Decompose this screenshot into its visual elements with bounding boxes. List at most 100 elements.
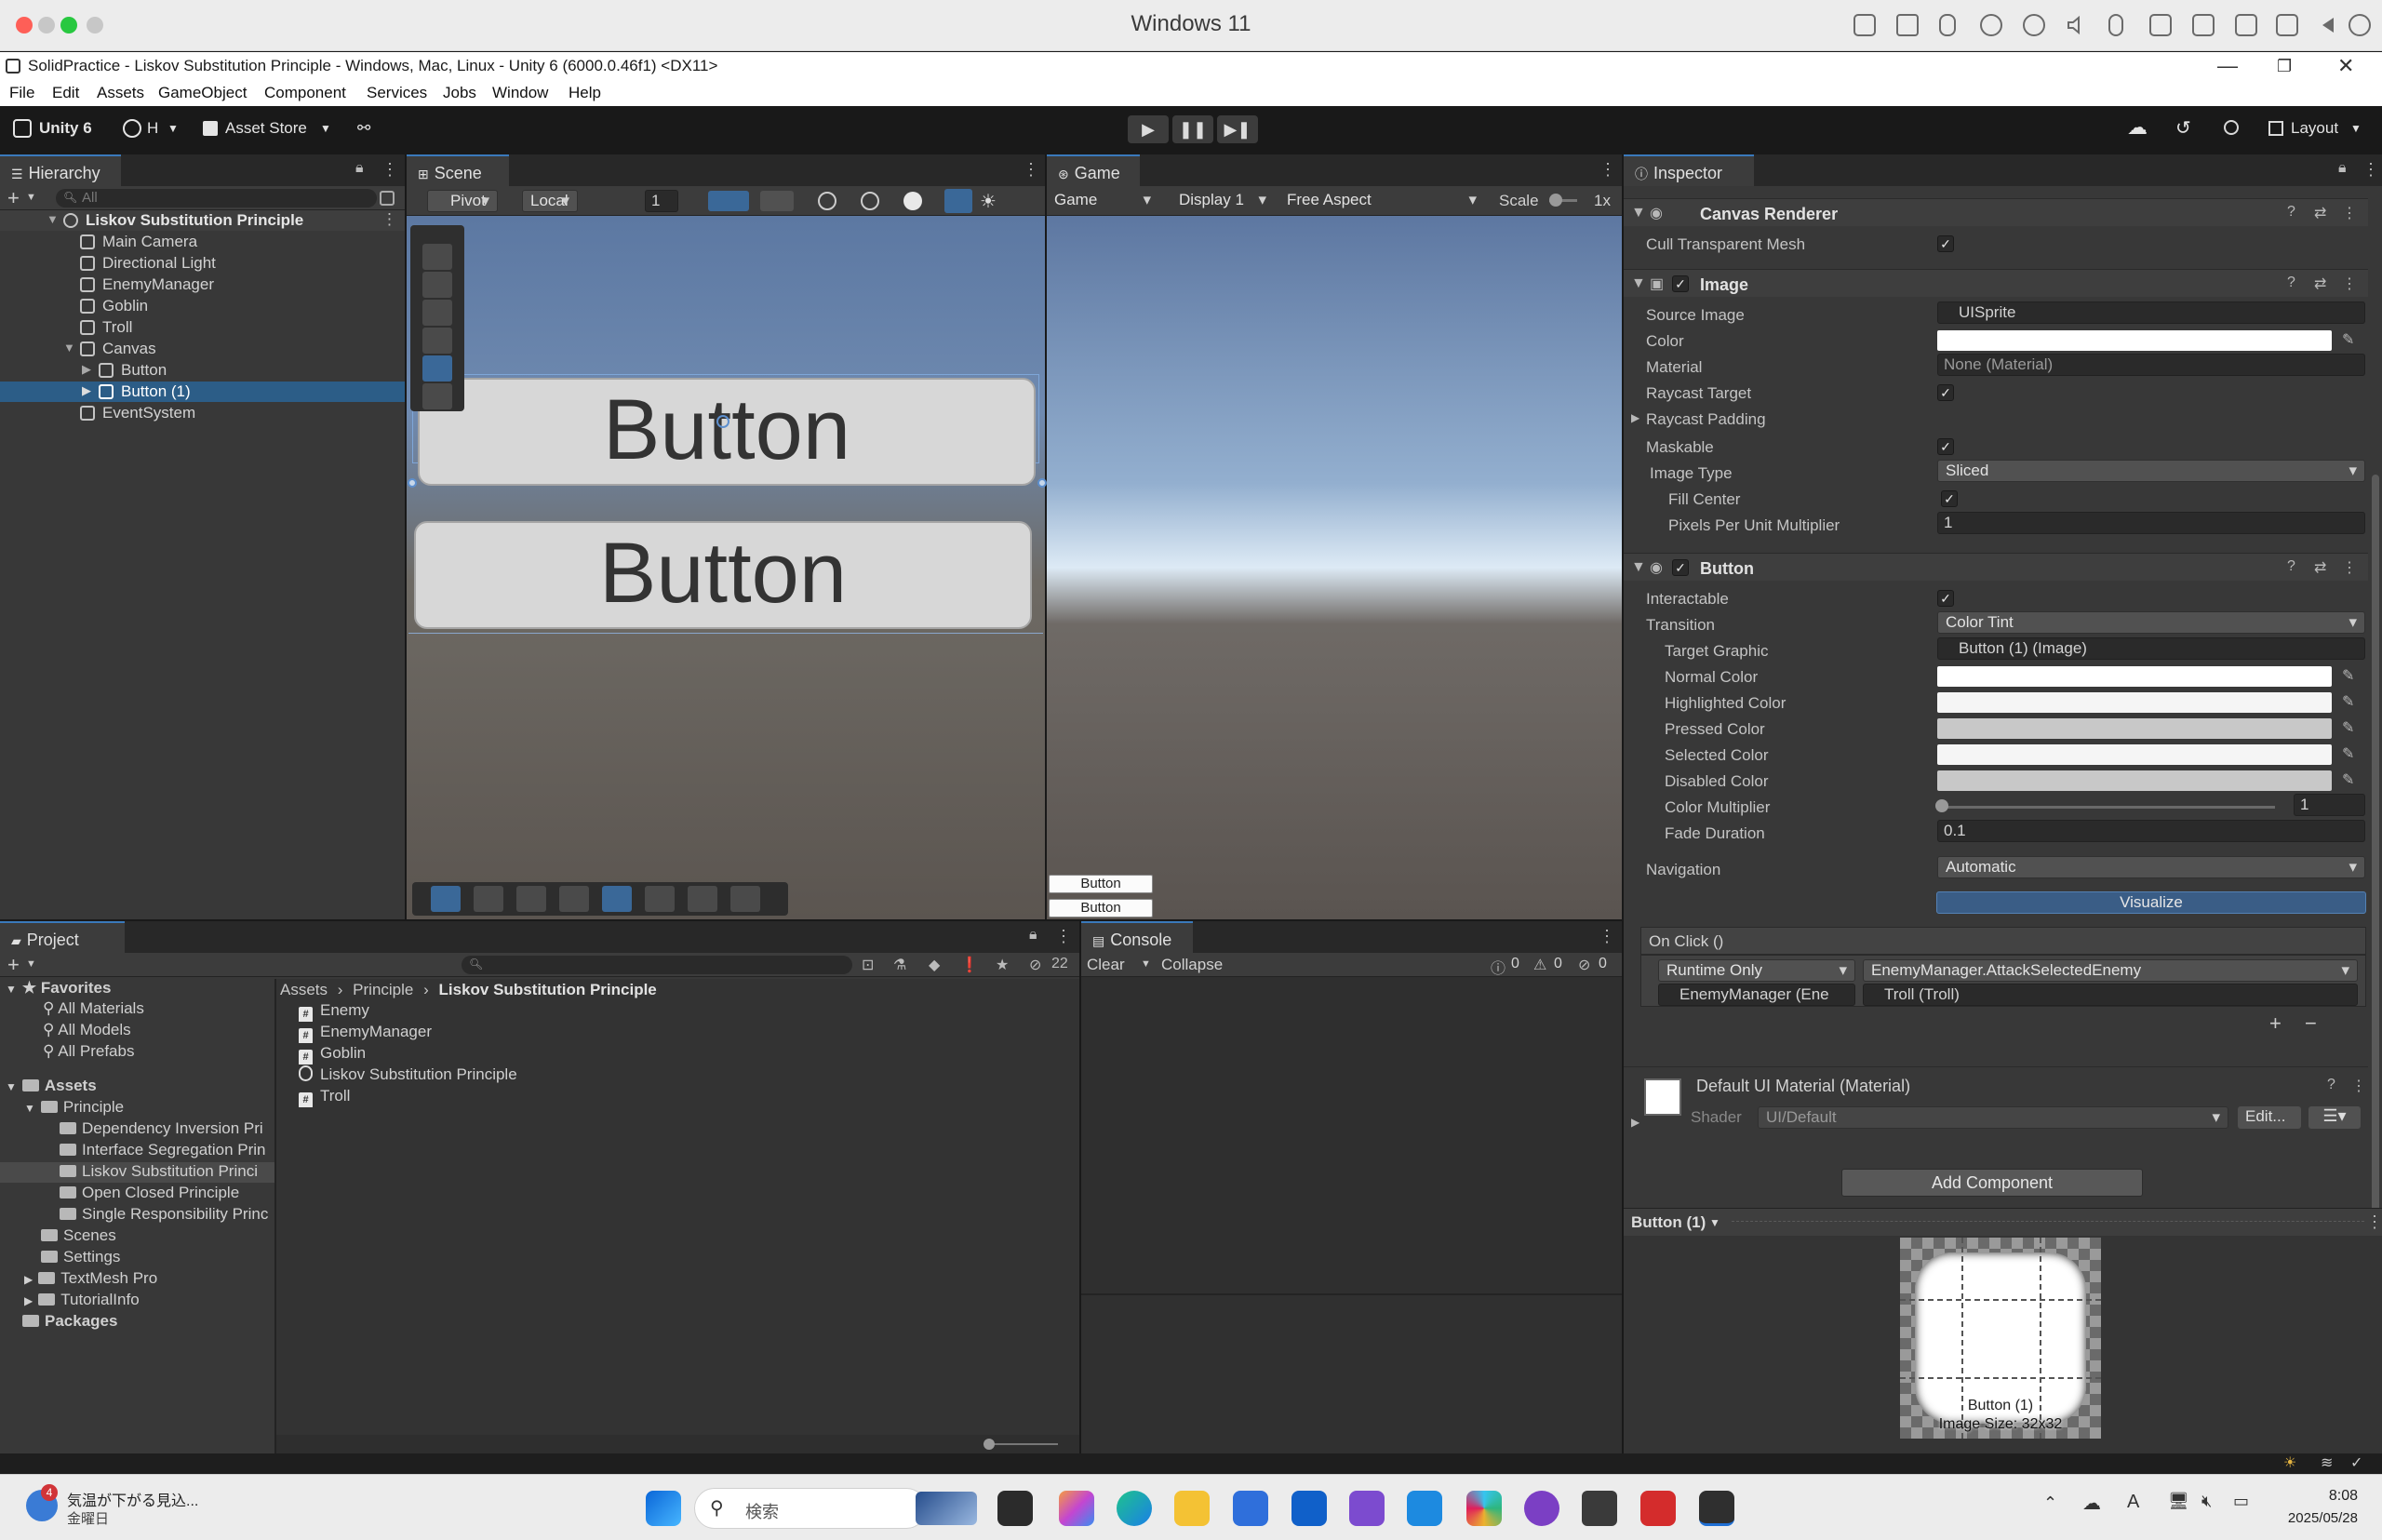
keyboard-icon[interactable]: [1853, 14, 1876, 36]
game-mode-dropdown[interactable]: Game: [1047, 190, 1158, 212]
search-by-label-icon[interactable]: ⚗: [893, 956, 906, 974]
expand-arrow-icon[interactable]: ▶: [1631, 1116, 1639, 1129]
cloud-icon[interactable]: ☁: [2127, 115, 2148, 140]
tab-game[interactable]: ⊛ Game: [1047, 154, 1140, 186]
microphone-icon[interactable]: [2108, 14, 2123, 36]
cpu-icon[interactable]: [1896, 14, 1919, 36]
expand-arrow-icon[interactable]: ▼: [24, 1102, 35, 1115]
clear-button[interactable]: Clear: [1087, 956, 1125, 974]
remove-event-icon[interactable]: −: [2305, 1011, 2317, 1036]
vscode-icon[interactable]: [1407, 1491, 1442, 1526]
breadcrumb-item[interactable]: Principle: [353, 981, 413, 998]
scene-button-1[interactable]: Button: [418, 378, 1036, 486]
overlay-search-icon[interactable]: [645, 886, 675, 912]
transform-tool-icon[interactable]: [422, 383, 452, 409]
folder-row[interactable]: Dependency Inversion Pri: [60, 1119, 274, 1140]
hierarchy-row[interactable]: Goblin: [0, 296, 405, 316]
shader-edit-button[interactable]: Edit...: [2238, 1106, 2301, 1129]
help-icon[interactable]: ?: [2327, 1077, 2335, 1093]
menu-window[interactable]: Window: [492, 84, 548, 102]
maskable-checkbox[interactable]: ✓: [1937, 438, 1954, 455]
overlay-shading-icon[interactable]: [559, 886, 589, 912]
presets-icon[interactable]: ⇄: [2314, 204, 2326, 222]
parallels-icon[interactable]: [1640, 1491, 1676, 1526]
account-initial[interactable]: H: [147, 119, 158, 138]
grid-toggle-button[interactable]: [760, 191, 794, 211]
layout-dropdown[interactable]: Layout: [2291, 119, 2338, 138]
folder-row[interactable]: Single Responsibility Princ: [60, 1205, 274, 1225]
console-log-list[interactable]: [1081, 977, 1622, 1293]
expand-arrow-icon[interactable]: ▼: [6, 983, 17, 996]
menu-gameobject[interactable]: GameObject: [158, 84, 247, 102]
unity-editor-icon[interactable]: [1699, 1491, 1734, 1526]
layers-status-icon[interactable]: ≋: [2321, 1453, 2333, 1472]
preview-title[interactable]: Button (1): [1631, 1213, 1706, 1232]
collapsed-arrow-icon[interactable]: ▶: [82, 362, 91, 377]
asset-store-button[interactable]: Asset Store: [225, 119, 307, 138]
ppu-field[interactable]: 1: [1937, 512, 2365, 534]
tab-console[interactable]: ▤ Console: [1081, 921, 1193, 953]
disabled-color-swatch[interactable]: [1937, 770, 2332, 791]
menu-assets[interactable]: Assets: [97, 84, 144, 102]
speaker-icon[interactable]: [2066, 14, 2088, 36]
kebab-menu-icon[interactable]: ⋮: [2342, 204, 2357, 222]
highlighted-color-swatch[interactable]: [1937, 692, 2332, 713]
kebab-menu-icon[interactable]: ⋮: [2362, 160, 2379, 180]
hierarchy-row[interactable]: ▶ Button: [0, 360, 405, 381]
globe-icon[interactable]: [818, 192, 836, 210]
chevron-up-icon[interactable]: ⌃: [2043, 1493, 2057, 1513]
expand-arrow-icon[interactable]: ▼: [47, 212, 59, 226]
local-dropdown[interactable]: Local: [522, 190, 578, 212]
minimize-icon[interactable]: —: [2217, 54, 2238, 78]
hierarchy-row[interactable]: Main Camera: [0, 232, 405, 252]
play-button[interactable]: ▶: [1128, 115, 1169, 143]
hierarchy-row-scene[interactable]: ▼ Liskov Substitution Principle ⋮: [0, 210, 405, 231]
color-swatch[interactable]: [1937, 330, 2332, 351]
kebab-menu-icon[interactable]: ⋮: [2342, 275, 2357, 293]
eyedropper-icon[interactable]: ✎: [2342, 770, 2354, 789]
game-viewport[interactable]: Button Button: [1047, 216, 1622, 919]
favorite-star-icon[interactable]: ★: [996, 956, 1009, 974]
account-icon[interactable]: [123, 119, 141, 138]
visual-studio-icon[interactable]: [1349, 1491, 1385, 1526]
folder-row[interactable]: ▶ TutorialInfo: [24, 1291, 140, 1311]
scene-visibility-icon[interactable]: [380, 191, 395, 206]
lock-icon[interactable]: 🔒︎: [1029, 927, 1037, 944]
eyedropper-icon[interactable]: ✎: [2342, 666, 2354, 685]
help-icon[interactable]: ?: [2287, 558, 2295, 575]
rotate-tool-icon[interactable]: [422, 300, 452, 326]
favorite-item[interactable]: ⚲ All Materials: [43, 999, 144, 1020]
visualize-button[interactable]: Visualize: [1936, 891, 2366, 914]
favorite-item[interactable]: ⚲ All Prefabs: [43, 1042, 134, 1063]
clock-date[interactable]: 2025/05/28: [2272, 1510, 2358, 1526]
tab-hierarchy[interactable]: ☰ Hierarchy: [0, 154, 121, 186]
scale-slider-handle[interactable]: [1549, 194, 1562, 207]
packages-row[interactable]: Packages: [22, 1312, 117, 1332]
color-multiplier-handle[interactable]: [1935, 799, 1948, 812]
network-off-icon[interactable]: [1980, 14, 2002, 36]
file-row[interactable]: # Goblin: [299, 1044, 366, 1065]
history-icon[interactable]: ↺: [2175, 116, 2191, 140]
menu-jobs[interactable]: Jobs: [443, 84, 476, 102]
search-highlight-image[interactable]: [916, 1492, 977, 1525]
kebab-menu-icon[interactable]: ⋮: [1599, 160, 1616, 180]
unity-version-label[interactable]: Unity 6: [39, 119, 92, 138]
hierarchy-row[interactable]: EventSystem: [0, 403, 405, 423]
tab-project[interactable]: ▰ Project: [0, 921, 125, 953]
drive-icon[interactable]: [2149, 14, 2172, 36]
button-enabled-checkbox[interactable]: ✓: [1672, 559, 1689, 576]
source-image-field[interactable]: UISprite: [1937, 301, 2365, 324]
folder-share-icon[interactable]: [2276, 14, 2298, 36]
log-icon[interactable]: ⓘ: [1491, 956, 1505, 978]
project-search-input[interactable]: 🔍︎: [462, 956, 852, 974]
lock-icon[interactable]: 🔒︎: [2338, 160, 2347, 177]
task-view-icon[interactable]: [997, 1491, 1033, 1526]
collapsed-arrow-icon[interactable]: ▶: [24, 1273, 33, 1286]
move-tool-icon[interactable]: [422, 272, 452, 298]
lighting-icon[interactable]: ☀: [980, 190, 997, 213]
game-button-1[interactable]: Button: [1049, 875, 1153, 893]
version-control-icon[interactable]: ⚯: [357, 119, 370, 138]
anchor-handle[interactable]: [408, 478, 417, 488]
kebab-menu-icon[interactable]: ⋮: [2351, 1077, 2366, 1095]
folder-row-selected[interactable]: Liskov Substitution Princi: [0, 1162, 274, 1183]
